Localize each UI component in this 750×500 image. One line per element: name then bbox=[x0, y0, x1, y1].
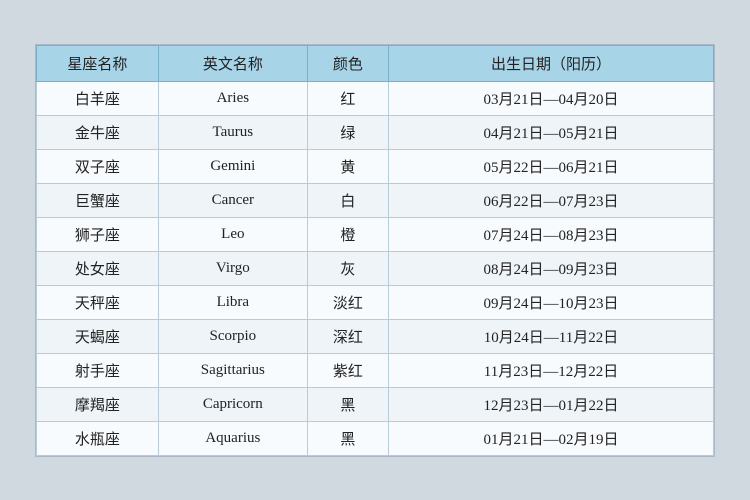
cell-chinese: 射手座 bbox=[37, 353, 159, 387]
header-color: 颜色 bbox=[307, 45, 388, 81]
cell-chinese: 处女座 bbox=[37, 251, 159, 285]
table-row: 摩羯座Capricorn黑12月23日—01月22日 bbox=[37, 387, 714, 421]
table-row: 天蝎座Scorpio深红10月24日—11月22日 bbox=[37, 319, 714, 353]
cell-color: 黄 bbox=[307, 149, 388, 183]
cell-date: 12月23日—01月22日 bbox=[389, 387, 714, 421]
table-row: 双子座Gemini黄05月22日—06月21日 bbox=[37, 149, 714, 183]
table-row: 水瓶座Aquarius黑01月21日—02月19日 bbox=[37, 421, 714, 455]
cell-date: 09月24日—10月23日 bbox=[389, 285, 714, 319]
cell-color: 深红 bbox=[307, 319, 388, 353]
cell-chinese: 狮子座 bbox=[37, 217, 159, 251]
cell-color: 紫红 bbox=[307, 353, 388, 387]
cell-color: 白 bbox=[307, 183, 388, 217]
cell-english: Sagittarius bbox=[158, 353, 307, 387]
cell-english: Leo bbox=[158, 217, 307, 251]
table-row: 金牛座Taurus绿04月21日—05月21日 bbox=[37, 115, 714, 149]
cell-color: 黑 bbox=[307, 387, 388, 421]
cell-date: 06月22日—07月23日 bbox=[389, 183, 714, 217]
table-body: 白羊座Aries红03月21日—04月20日金牛座Taurus绿04月21日—0… bbox=[37, 81, 714, 455]
cell-chinese: 天蝎座 bbox=[37, 319, 159, 353]
table-row: 处女座Virgo灰08月24日—09月23日 bbox=[37, 251, 714, 285]
cell-chinese: 天秤座 bbox=[37, 285, 159, 319]
cell-color: 橙 bbox=[307, 217, 388, 251]
header-date: 出生日期（阳历） bbox=[389, 45, 714, 81]
cell-chinese: 金牛座 bbox=[37, 115, 159, 149]
cell-english: Virgo bbox=[158, 251, 307, 285]
cell-color: 绿 bbox=[307, 115, 388, 149]
cell-date: 04月21日—05月21日 bbox=[389, 115, 714, 149]
cell-english: Taurus bbox=[158, 115, 307, 149]
zodiac-table: 星座名称 英文名称 颜色 出生日期（阳历） 白羊座Aries红03月21日—04… bbox=[36, 45, 714, 456]
cell-chinese: 白羊座 bbox=[37, 81, 159, 115]
cell-english: Aries bbox=[158, 81, 307, 115]
cell-english: Libra bbox=[158, 285, 307, 319]
cell-chinese: 摩羯座 bbox=[37, 387, 159, 421]
cell-english: Capricorn bbox=[158, 387, 307, 421]
header-english: 英文名称 bbox=[158, 45, 307, 81]
cell-color: 红 bbox=[307, 81, 388, 115]
cell-chinese: 水瓶座 bbox=[37, 421, 159, 455]
cell-color: 淡红 bbox=[307, 285, 388, 319]
table-row: 狮子座Leo橙07月24日—08月23日 bbox=[37, 217, 714, 251]
cell-english: Aquarius bbox=[158, 421, 307, 455]
table-row: 射手座Sagittarius紫红11月23日—12月22日 bbox=[37, 353, 714, 387]
cell-color: 灰 bbox=[307, 251, 388, 285]
table-header-row: 星座名称 英文名称 颜色 出生日期（阳历） bbox=[37, 45, 714, 81]
cell-date: 05月22日—06月21日 bbox=[389, 149, 714, 183]
cell-date: 10月24日—11月22日 bbox=[389, 319, 714, 353]
zodiac-table-container: 星座名称 英文名称 颜色 出生日期（阳历） 白羊座Aries红03月21日—04… bbox=[35, 44, 715, 457]
table-row: 白羊座Aries红03月21日—04月20日 bbox=[37, 81, 714, 115]
cell-date: 07月24日—08月23日 bbox=[389, 217, 714, 251]
table-row: 天秤座Libra淡红09月24日—10月23日 bbox=[37, 285, 714, 319]
cell-english: Gemini bbox=[158, 149, 307, 183]
cell-date: 01月21日—02月19日 bbox=[389, 421, 714, 455]
cell-date: 11月23日—12月22日 bbox=[389, 353, 714, 387]
table-row: 巨蟹座Cancer白06月22日—07月23日 bbox=[37, 183, 714, 217]
cell-english: Scorpio bbox=[158, 319, 307, 353]
cell-chinese: 巨蟹座 bbox=[37, 183, 159, 217]
cell-chinese: 双子座 bbox=[37, 149, 159, 183]
header-chinese: 星座名称 bbox=[37, 45, 159, 81]
cell-date: 08月24日—09月23日 bbox=[389, 251, 714, 285]
cell-color: 黑 bbox=[307, 421, 388, 455]
cell-date: 03月21日—04月20日 bbox=[389, 81, 714, 115]
cell-english: Cancer bbox=[158, 183, 307, 217]
